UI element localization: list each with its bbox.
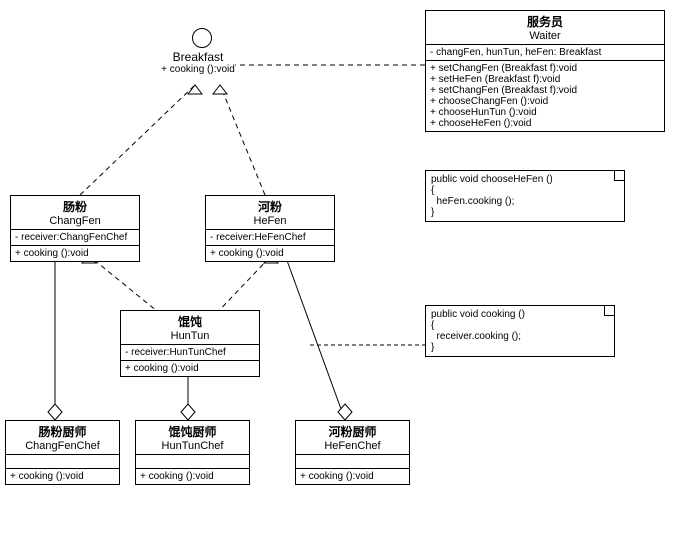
- changfen-attributes: - receiver:ChangFenChef: [11, 230, 139, 246]
- hefen-methods: + cooking ():void: [206, 246, 334, 261]
- changfenchef-empty: [6, 455, 119, 469]
- changfen-title: 肠粉 ChangFen: [11, 196, 139, 230]
- hefen-attributes: - receiver:HeFenChef: [206, 230, 334, 246]
- note-choosehefen: public void chooseHeFen () { heFen.cooki…: [425, 170, 625, 222]
- waiter-methods: + setChangFen (Breakfast f):void + setHe…: [426, 61, 664, 131]
- huntun-attributes: - receiver:HunTunChef: [121, 345, 259, 361]
- waiter-title: 服务员 Waiter: [426, 11, 664, 45]
- uml-diagram: Breakfast + cooking ():void 服务员 Waiter -…: [0, 0, 680, 542]
- hefen-title: 河粉 HeFen: [206, 196, 334, 230]
- huntunchef-empty: [136, 455, 249, 469]
- hefenchef-box: 河粉厨师 HeFenChef + cooking ():void: [295, 420, 410, 485]
- note-corner-1: [614, 171, 624, 181]
- huntunchef-methods: + cooking ():void: [136, 469, 249, 484]
- changfen-box: 肠粉 ChangFen - receiver:ChangFenChef + co…: [10, 195, 140, 262]
- note-cooking: public void cooking () { receiver.cookin…: [425, 305, 615, 357]
- huntun-title: 馄饨 HunTun: [121, 311, 259, 345]
- huntun-methods: + cooking ():void: [121, 361, 259, 376]
- interface-circle: [192, 28, 212, 48]
- hefenchef-title: 河粉厨师 HeFenChef: [296, 421, 409, 455]
- hefen-box: 河粉 HeFen - receiver:HeFenChef + cooking …: [205, 195, 335, 262]
- changfenchef-title: 肠粉厨师 ChangFenChef: [6, 421, 119, 455]
- breakfast-label: Breakfast + cooking ():void: [158, 50, 238, 75]
- changfen-methods: + cooking ():void: [11, 246, 139, 261]
- changfenchef-methods: + cooking ():void: [6, 469, 119, 484]
- huntun-box: 馄饨 HunTun - receiver:HunTunChef + cookin…: [120, 310, 260, 377]
- changfenchef-box: 肠粉厨师 ChangFenChef + cooking ():void: [5, 420, 120, 485]
- huntunchef-box: 馄饨厨师 HunTunChef + cooking ():void: [135, 420, 250, 485]
- waiter-attributes: - changFen, hunTun, heFen: Breakfast: [426, 45, 664, 61]
- hefenchef-methods: + cooking ():void: [296, 469, 409, 484]
- note-corner-2: [604, 306, 614, 316]
- hefenchef-empty: [296, 455, 409, 469]
- huntunchef-title: 馄饨厨师 HunTunChef: [136, 421, 249, 455]
- waiter-box: 服务员 Waiter - changFen, hunTun, heFen: Br…: [425, 10, 665, 132]
